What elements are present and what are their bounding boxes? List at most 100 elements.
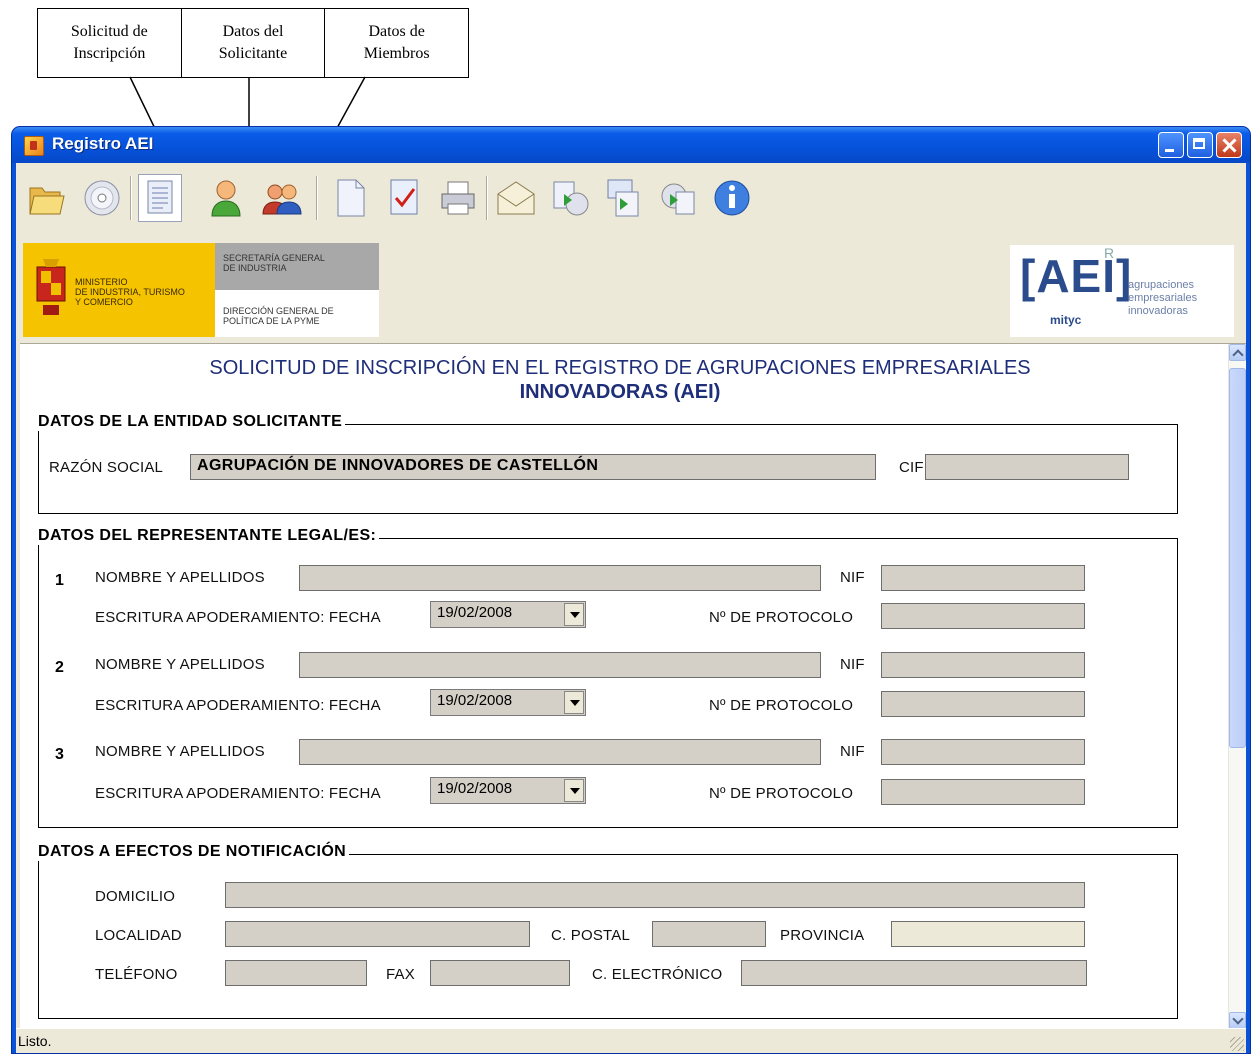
chevron-down-icon[interactable]	[564, 691, 584, 714]
new-document-button[interactable]	[328, 174, 372, 222]
aei-description: agrupaciones empresariales innovadoras	[1128, 279, 1198, 317]
escritura-fecha-label: ESCRITURA APODERAMIENTO: FECHA	[95, 697, 381, 714]
escritura-fecha-label: ESCRITURA APODERAMIENTO: FECHA	[95, 609, 381, 626]
title-bar[interactable]: Registro AEI	[12, 127, 1250, 163]
cif-label: CIF	[899, 459, 924, 476]
fax-label: FAX	[386, 966, 415, 983]
notificacion-section: DATOS A EFECTOS DE NOTIFICACIÓN DOMICILI…	[37, 843, 1178, 1019]
provincia-input[interactable]	[891, 921, 1085, 947]
fecha-value: 19/02/2008	[437, 780, 513, 797]
info-icon	[714, 180, 750, 216]
codigo-postal-label: C. POSTAL	[551, 927, 631, 944]
resize-grip-icon[interactable]	[1230, 1037, 1244, 1051]
scroll-up-icon[interactable]	[1229, 344, 1246, 361]
protocolo-label: Nº DE PROTOCOLO	[709, 785, 854, 802]
telefono-label: TELÉFONO	[95, 966, 178, 983]
representante-number: 3	[55, 746, 64, 763]
nombre-input[interactable]	[299, 739, 821, 765]
codigo-postal-input[interactable]	[652, 921, 766, 947]
minimize-button[interactable]	[1158, 132, 1184, 158]
protocolo-input[interactable]	[881, 691, 1085, 717]
app-window: Registro AEI MINISTERIO DE INDUSTRIA, TU…	[12, 127, 1250, 1053]
nombre-input[interactable]	[299, 565, 821, 591]
representantes-legend: DATOS DEL REPRESENTANTE LEGAL/ES:	[37, 527, 380, 545]
client-area: MINISTERIO DE INDUSTRIA, TURISMO Y COMER…	[16, 163, 1246, 1053]
export-cd-icon	[553, 181, 589, 216]
datos-solicitante-button[interactable]	[204, 174, 248, 222]
razon-social-label: RAZÓN SOCIAL	[49, 459, 164, 476]
escritura-fecha-label: ESCRITURA APODERAMIENTO: FECHA	[95, 785, 381, 802]
telefono-input[interactable]	[225, 960, 367, 986]
nombre-label: NOMBRE Y APELLIDOS	[95, 656, 265, 673]
status-text: Listo.	[18, 1033, 52, 1049]
close-button[interactable]	[1216, 132, 1242, 158]
aei-mityc-text: mityc	[1050, 313, 1082, 327]
protocolo-input[interactable]	[881, 779, 1085, 805]
representante-number: 2	[55, 659, 64, 676]
nombre-input[interactable]	[299, 652, 821, 678]
protocolo-input[interactable]	[881, 603, 1085, 629]
provincia-label: PROVINCIA	[780, 927, 865, 944]
chevron-down-icon[interactable]	[564, 779, 584, 802]
window-title: Registro AEI	[52, 134, 154, 153]
form-scroll-area: SOLICITUD DE INSCRIPCIÓN EN EL REGISTRO …	[20, 343, 1246, 1029]
datos-miembros-button[interactable]	[260, 174, 304, 222]
open-folder-button[interactable]	[24, 174, 68, 222]
send-mail-button[interactable]	[494, 174, 538, 222]
scroll-down-icon[interactable]	[1229, 1012, 1246, 1029]
nif-label: NIF	[840, 569, 865, 586]
registered-mark: R	[1104, 245, 1115, 261]
toolbar-separator	[486, 176, 488, 220]
representantes-section: DATOS DEL REPRESENTANTE LEGAL/ES: 1 NOMB…	[37, 527, 1178, 828]
correo-electronico-input[interactable]	[741, 960, 1087, 986]
print-button[interactable]	[436, 174, 480, 222]
info-button[interactable]	[710, 174, 754, 222]
entidad-section: DATOS DE LA ENTIDAD SOLICITANTE RAZÓN SO…	[37, 413, 1178, 514]
localidad-input[interactable]	[225, 921, 530, 947]
nombre-label: NOMBRE Y APELLIDOS	[95, 743, 265, 760]
import-button[interactable]	[656, 174, 700, 222]
open-folder-icon	[29, 187, 65, 215]
document-form-icon	[147, 180, 173, 214]
nif-input[interactable]	[881, 739, 1085, 765]
form-title-line1: SOLICITUD DE INSCRIPCIÓN EN EL REGISTRO …	[209, 357, 1031, 379]
nif-input[interactable]	[881, 565, 1085, 591]
app-icon	[24, 136, 44, 156]
export-card-icon	[607, 179, 639, 217]
localidad-label: LOCALIDAD	[95, 927, 182, 944]
export-cd-button[interactable]	[548, 174, 592, 222]
validate-button[interactable]	[382, 174, 426, 222]
nif-input[interactable]	[881, 652, 1085, 678]
toolbar-separator	[130, 176, 132, 220]
chevron-down-icon[interactable]	[564, 603, 584, 626]
government-logo: MINISTERIO DE INDUSTRIA, TURISMO Y COMER…	[23, 243, 379, 337]
cif-input[interactable]	[925, 454, 1129, 480]
coat-of-arms-icon	[36, 259, 66, 315]
nombre-label: NOMBRE Y APELLIDOS	[95, 569, 265, 586]
razon-social-input[interactable]: AGRUPACIÓN DE INNOVADORES DE CASTELLÓN	[190, 454, 876, 480]
aei-logo-mark: [AEI]	[1020, 250, 1133, 302]
domicilio-label: DOMICILIO	[95, 888, 176, 905]
cd-button[interactable]	[80, 174, 124, 222]
maximize-button[interactable]	[1187, 132, 1213, 158]
export-card-button[interactable]	[602, 174, 646, 222]
new-document-icon	[337, 179, 365, 217]
checklist-icon	[390, 179, 418, 215]
nif-label: NIF	[840, 743, 865, 760]
solicitud-inscripcion-button[interactable]	[138, 174, 182, 222]
fecha-combo[interactable]: 19/02/2008	[430, 601, 586, 628]
vertical-scrollbar[interactable]	[1228, 344, 1246, 1029]
fax-input[interactable]	[430, 960, 570, 986]
fecha-combo[interactable]: 19/02/2008	[430, 777, 586, 804]
scrollbar-thumb[interactable]	[1229, 368, 1246, 748]
form-title: SOLICITUD DE INSCRIPCIÓN EN EL REGISTRO …	[20, 356, 1220, 404]
correo-electronico-label: C. ELECTRÓNICO	[592, 966, 723, 983]
direccion-name: DIRECCIÓN GENERAL DE POLÍTICA DE LA PYME	[223, 306, 334, 326]
entidad-legend: DATOS DE LA ENTIDAD SOLICITANTE	[37, 413, 346, 431]
notificacion-legend: DATOS A EFECTOS DE NOTIFICACIÓN	[37, 843, 350, 861]
secretaria-name: SECRETARÍA GENERAL DE INDUSTRIA	[223, 253, 325, 273]
aei-logo: [AEI] R mityc agrupaciones empresariales…	[1010, 245, 1234, 337]
protocolo-label: Nº DE PROTOCOLO	[709, 609, 854, 626]
fecha-combo[interactable]: 19/02/2008	[430, 689, 586, 716]
domicilio-input[interactable]	[225, 882, 1085, 908]
